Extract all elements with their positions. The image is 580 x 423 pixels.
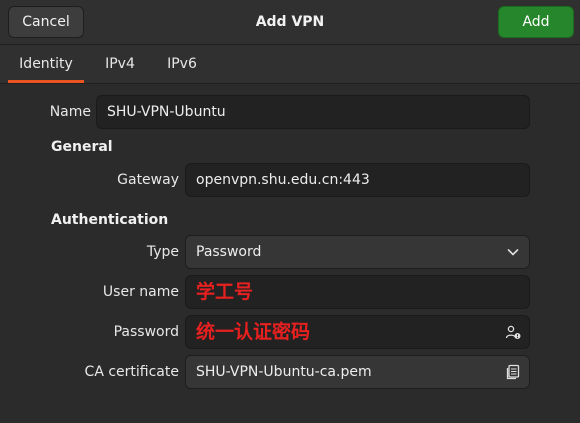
general-heading: General — [51, 139, 113, 155]
password-label: Password — [113, 324, 179, 340]
name-input[interactable]: SHU-VPN-Ubuntu — [96, 95, 530, 129]
tab-ipv4[interactable]: IPv4 — [98, 45, 142, 83]
tab-identity[interactable]: Identity — [8, 45, 84, 83]
chevron-down-icon — [507, 249, 519, 256]
type-label: Type — [146, 244, 179, 260]
identity-panel: Name SHU-VPN-Ubuntu General Gateway open… — [0, 84, 580, 423]
add-button[interactable]: Add — [498, 6, 574, 38]
name-label: Name — [49, 104, 91, 120]
dialog-title: Add VPN — [255, 14, 325, 30]
username-label: User name — [102, 284, 179, 300]
username-input[interactable]: 学工号 — [185, 275, 530, 309]
password-input[interactable]: 统一认证密码 — [185, 315, 530, 349]
ca-certificate-value: SHU-VPN-Ubuntu-ca.pem — [196, 364, 372, 380]
header-bar: Cancel Add VPN Add — [0, 0, 580, 45]
password-value: 统一认证密码 — [196, 321, 311, 343]
user-key-icon[interactable] — [505, 324, 521, 340]
file-chooser-icon — [506, 364, 520, 380]
gateway-input[interactable]: openvpn.shu.edu.cn:443 — [185, 163, 530, 197]
username-value: 学工号 — [196, 281, 254, 303]
type-dropdown-value: Password — [196, 244, 262, 260]
ca-certificate-label: CA certificate — [84, 364, 179, 380]
tab-ipv6[interactable]: IPv6 — [160, 45, 204, 83]
type-dropdown[interactable]: Password — [185, 235, 530, 269]
tab-bar: Identity IPv4 IPv6 — [0, 45, 580, 84]
authentication-heading: Authentication — [51, 212, 169, 228]
ca-certificate-chooser[interactable]: SHU-VPN-Ubuntu-ca.pem — [185, 355, 530, 389]
gateway-label: Gateway — [117, 172, 179, 188]
cancel-button[interactable]: Cancel — [8, 6, 84, 38]
